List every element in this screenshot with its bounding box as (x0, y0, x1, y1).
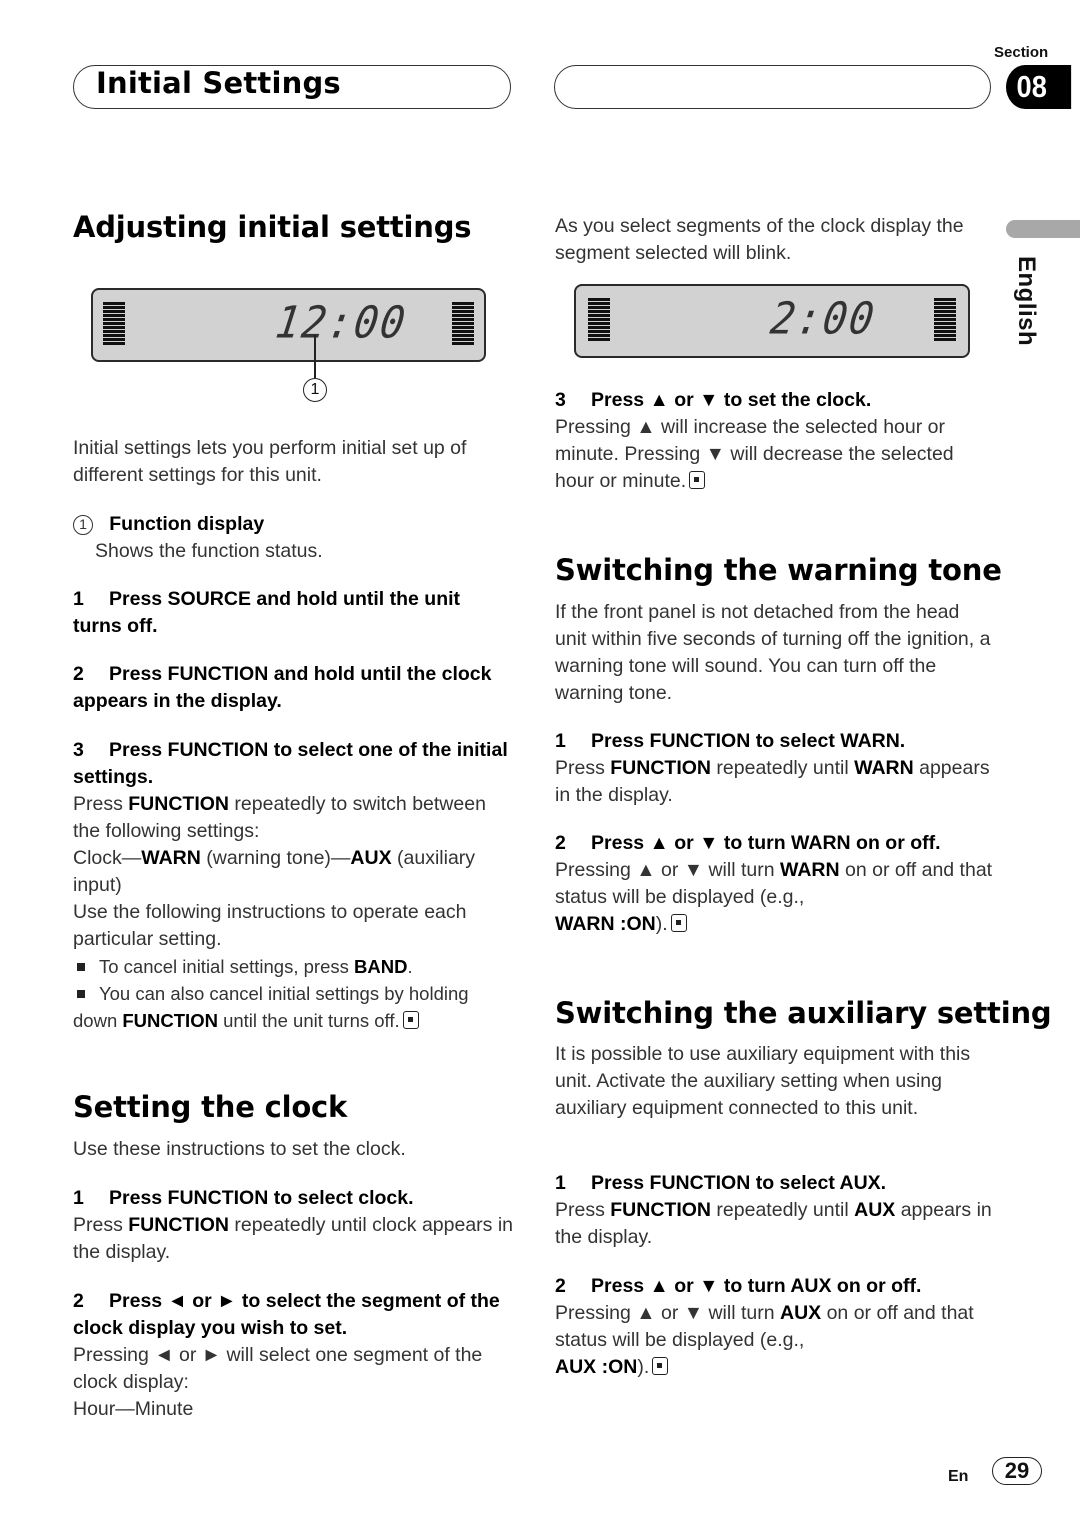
clock-blink-display-illustration: 2:00 (574, 284, 970, 358)
aux-intro: It is possible to use auxiliary equipmen… (555, 1043, 971, 1119)
function-display-illustration: 12:00 (91, 288, 486, 362)
step-3-body-p3: Use the following instructions to operat… (73, 901, 467, 950)
step-number: 1 (73, 1187, 84, 1209)
warning-step-1: 1 Press FUNCTION to select WARN. Press FU… (555, 728, 995, 809)
heading-switching-warning-tone: Switching the warning tone (555, 553, 1002, 587)
step-number: 2 (555, 832, 566, 854)
step-number: 1 (73, 588, 84, 610)
aux-step-1-body: Press FUNCTION repeatedly until AUX appe… (555, 1199, 992, 1248)
step-text: Press FUNCTION to select WARN. (591, 730, 906, 752)
section-label: Section (994, 44, 1049, 61)
adjusting-intro-text: Initial settings lets you perform initia… (73, 437, 467, 486)
heading-adjusting-initial-settings: Adjusting initial settings (73, 210, 472, 244)
note-cancel-band: To cancel initial settings, press BAND. (73, 953, 513, 980)
aux-step-2-body: Pressing ▲ or ▼ will turn AUX on or off … (555, 1302, 974, 1378)
adjusting-step-1: 1 Press SOURCE and hold until the unit tu… (73, 586, 513, 640)
page-title: Initial Settings (96, 66, 341, 100)
clock-step-1-body: Press FUNCTION repeatedly until clock ap… (73, 1214, 514, 1263)
callout-legend-title: Function display (109, 513, 265, 535)
clock-step-3-body: Pressing ▲ will increase the selected ho… (555, 416, 954, 492)
end-of-section-icon (652, 1357, 669, 1375)
clock-digits: 12:00 (272, 297, 410, 349)
warning-intro: If the front panel is not detached from … (555, 601, 991, 704)
adjusting-step-2: 2 Press FUNCTION and hold until the clock… (73, 661, 513, 715)
note-cancel-function: You can also cancel initial settings by … (73, 983, 469, 1031)
step-text: Press FUNCTION and hold until the clock … (73, 663, 492, 712)
step-3-body-p1: Press FUNCTION repeatedly to switch betw… (73, 793, 486, 842)
clock-intro: Use these instructions to set the clock. (73, 1138, 406, 1160)
step-text: Press FUNCTION to select one of the init… (73, 739, 508, 788)
end-of-section-icon (670, 914, 687, 932)
step-text: Press ▲ or ▼ to set the clock. (591, 389, 872, 411)
step-3-body-p2: Clock—WARN (warning tone)—AUX (auxiliary… (73, 847, 476, 896)
adjusting-intro: Initial settings lets you perform initia… (73, 435, 513, 489)
clock-step-1: 1 Press FUNCTION to select clock. Press F… (73, 1185, 513, 1266)
warning-step-1-body: Press FUNCTION repeatedly until WARN app… (555, 757, 990, 806)
callout-legend-desc: Shows the function status. (95, 540, 323, 562)
section-number-badge: 08 (1006, 65, 1072, 109)
end-of-section-icon (689, 471, 706, 489)
clock-step-2-sequence: Hour—Minute (73, 1398, 194, 1420)
clock-step-2-body: Pressing ◄ or ► will select one segment … (73, 1344, 483, 1393)
step-text: Press SOURCE and hold until the unit tur… (73, 588, 461, 637)
aux-step-1: 1 Press FUNCTION to select AUX. Press FUN… (555, 1170, 995, 1251)
clock-step-2: 2 Press ◄ or ► to select the segment of t… (73, 1288, 513, 1423)
warning-step-2: 2 Press ▲ or ▼ to turn WARN on or off. Pr… (555, 830, 995, 938)
level-bars-left-icon (588, 298, 610, 344)
heading-switching-auxiliary-setting: Switching the auxiliary setting (555, 996, 1052, 1030)
level-bars-right-icon (934, 298, 956, 344)
step-number: 1 (555, 730, 566, 752)
callout-number-1: 1 (303, 378, 327, 402)
aux-step-2: 2 Press ▲ or ▼ to turn AUX on or off. Pre… (555, 1273, 995, 1381)
clock-step-3: 3 Press ▲ or ▼ to set the clock. Pressing… (555, 387, 995, 495)
clock-digits-blinking: 2:00 (767, 293, 879, 345)
step-number: 2 (73, 1290, 84, 1312)
warning-step-2-body: Pressing ▲ or ▼ will turn WARN on or off… (555, 859, 993, 935)
level-bars-right-icon (452, 302, 474, 348)
language-label: English (1013, 256, 1040, 347)
bullet-square-icon (77, 989, 85, 998)
callout-legend: 1 Function display Shows the function st… (73, 511, 513, 565)
step-text: Press ▲ or ▼ to turn WARN on or off. (591, 832, 941, 854)
end-of-section-icon (402, 1011, 419, 1029)
heading-setting-the-clock: Setting the clock (73, 1090, 348, 1124)
language-tab-bar (1006, 220, 1080, 238)
footer-language-code: En (948, 1468, 969, 1485)
step-text: Press ◄ or ► to select the segment of th… (73, 1290, 500, 1339)
callout-legend-number: 1 (73, 515, 93, 535)
step-number: 2 (555, 1275, 566, 1297)
header-blank-frame (554, 65, 991, 109)
clock-continue-intro: As you select segments of the clock disp… (555, 215, 964, 264)
step-number: 1 (555, 1172, 566, 1194)
step-text: Press FUNCTION to select clock. (109, 1187, 414, 1209)
page-number: 29 (992, 1457, 1042, 1485)
step-text: Press ▲ or ▼ to turn AUX on or off. (591, 1275, 922, 1297)
step-text: Press FUNCTION to select AUX. (591, 1172, 887, 1194)
bullet-square-icon (77, 962, 85, 971)
step-number: 2 (73, 663, 84, 685)
step-number: 3 (73, 739, 84, 761)
adjusting-step-3: 3 Press FUNCTION to select one of the ini… (73, 737, 513, 1034)
level-bars-left-icon (103, 302, 125, 348)
step-number: 3 (555, 389, 566, 411)
callout-leader-line (314, 335, 316, 378)
